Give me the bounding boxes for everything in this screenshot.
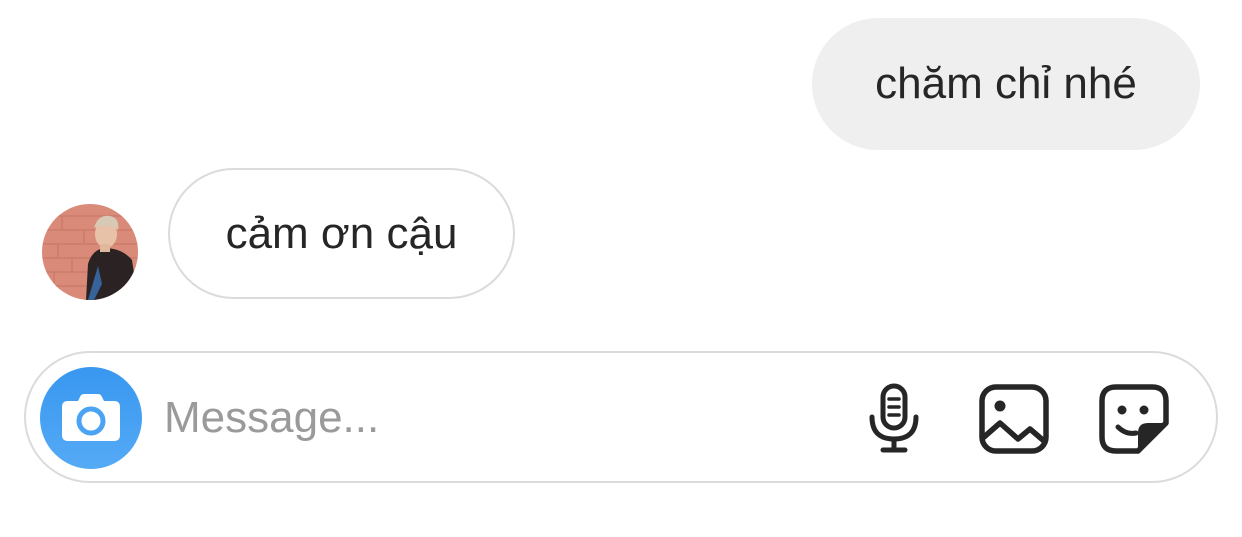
sticker-button[interactable] — [1098, 383, 1170, 455]
camera-icon — [62, 394, 120, 441]
gallery-button[interactable] — [978, 383, 1050, 455]
sent-message-bubble[interactable]: chăm chỉ nhé — [812, 18, 1200, 150]
sent-message-text: chăm chỉ nhé — [875, 59, 1137, 108]
microphone-icon — [869, 383, 919, 453]
received-message-bubble[interactable]: cảm ơn cậu — [168, 168, 515, 299]
message-input[interactable] — [164, 383, 824, 453]
voice-message-button[interactable] — [858, 383, 930, 455]
received-message-text: cảm ơn cậu — [225, 208, 458, 258]
image-gallery-icon — [979, 384, 1049, 454]
avatar-photo — [42, 204, 138, 300]
avatar[interactable] — [42, 204, 138, 300]
message-composer — [24, 351, 1218, 483]
sticker-icon — [1099, 384, 1169, 454]
camera-button[interactable] — [40, 367, 142, 469]
